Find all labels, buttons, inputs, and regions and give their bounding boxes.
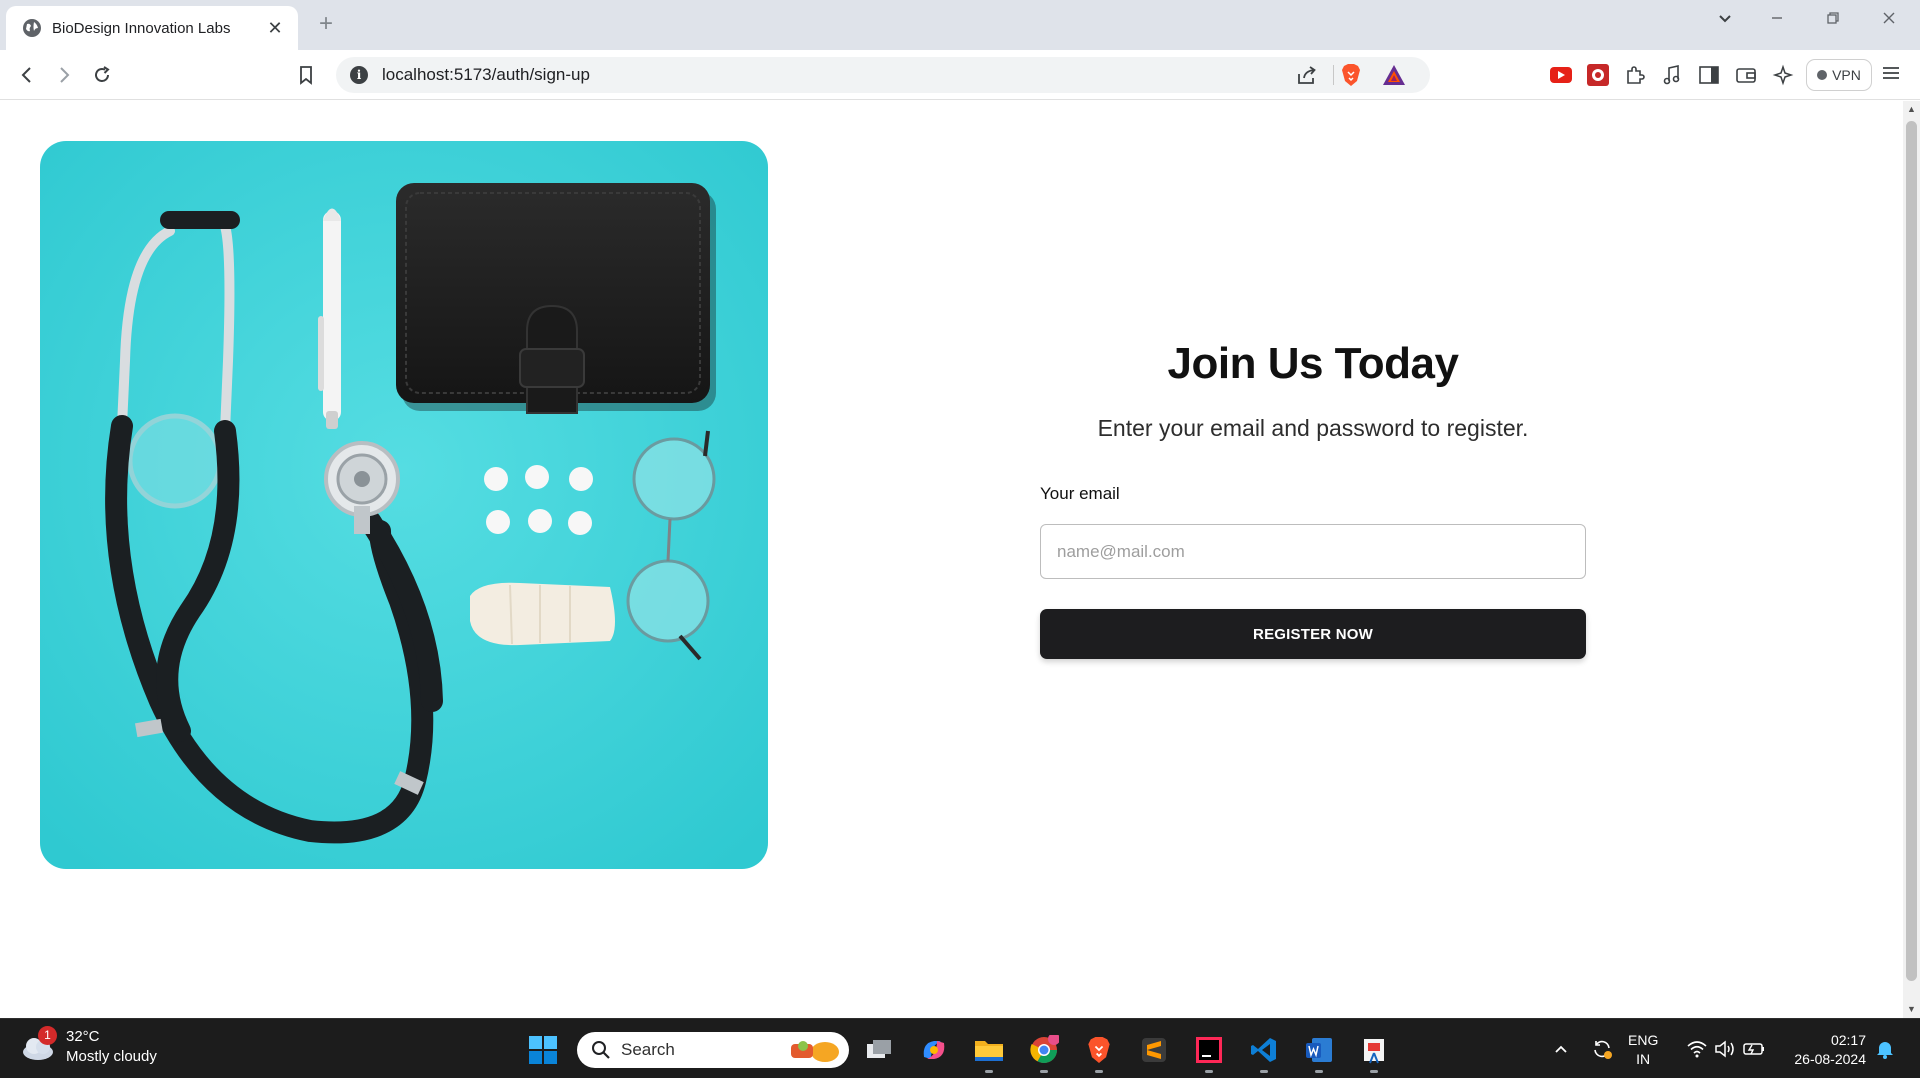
windows-start-icon[interactable] (528, 1035, 558, 1070)
wifi-icon[interactable] (1684, 1019, 1710, 1078)
vpn-label: VPN (1832, 67, 1861, 83)
cloud-icon: 1 (20, 1026, 57, 1062)
scroll-thumb[interactable] (1906, 121, 1917, 981)
globe-icon (23, 19, 41, 37)
tab-biodesign[interactable]: BioDesign Innovation Labs ✕ (6, 6, 298, 50)
clock-date: 26-08-2024 (1794, 1051, 1866, 1067)
hamburger-menu-icon[interactable] (1880, 62, 1906, 88)
new-tab-button[interactable]: + (312, 10, 340, 38)
browser-toolbar: i localhost:5173/auth/sign-up VPN (0, 50, 1920, 100)
word-icon[interactable] (1302, 1033, 1336, 1073)
clock-time: 02:17 (1830, 1032, 1866, 1048)
tab-search-chevron-icon[interactable] (1710, 10, 1740, 31)
sidebar-toggle-icon[interactable] (1696, 62, 1722, 88)
hero-medical-image (40, 141, 768, 869)
task-view-icon[interactable] (862, 1033, 896, 1067)
volume-icon[interactable] (1712, 1019, 1738, 1078)
email-field[interactable] (1040, 524, 1586, 579)
battery-icon[interactable] (1740, 1019, 1768, 1078)
brave-browser-icon[interactable] (1082, 1033, 1116, 1073)
page-title: Join Us Today (1167, 339, 1459, 388)
address-bar[interactable]: i localhost:5173/auth/sign-up (336, 57, 1430, 93)
show-hidden-icons-chevron-icon[interactable] (1548, 1019, 1574, 1078)
file-explorer-icon[interactable] (972, 1033, 1006, 1073)
vpn-button[interactable]: VPN (1806, 59, 1872, 91)
lang-region: IN (1636, 1051, 1651, 1067)
running-indicator (1260, 1070, 1268, 1073)
running-indicator (1205, 1070, 1213, 1073)
running-indicator (1370, 1070, 1378, 1073)
weather-desc: Mostly cloudy (66, 1048, 157, 1065)
lang-code: ENG (1628, 1032, 1659, 1048)
bookmark-icon[interactable] (293, 62, 319, 88)
scroll-down-arrow-icon[interactable]: ▼ (1903, 1001, 1920, 1018)
vpn-status-icon (1817, 70, 1828, 80)
running-indicator (985, 1070, 993, 1073)
running-indicator (1095, 1070, 1103, 1073)
scroll-up-arrow-icon[interactable]: ▲ (1903, 101, 1920, 118)
search-label: Search (621, 1040, 675, 1059)
url-separator (1333, 65, 1334, 85)
media-music-icon[interactable] (1659, 62, 1685, 88)
search-highlight-icon (791, 1041, 839, 1062)
page-viewport: Join Us Today Enter your email and passw… (0, 101, 1920, 1018)
restore-icon[interactable] (1818, 10, 1848, 31)
browser-tab-bar: BioDesign Innovation Labs ✕ + (0, 0, 1920, 50)
tab-close-icon[interactable]: ✕ (264, 18, 286, 39)
youtube-extension-icon[interactable] (1548, 62, 1574, 88)
brave-rewards-icon[interactable] (1382, 64, 1406, 91)
extensions-puzzle-icon[interactable] (1622, 62, 1648, 88)
chrome-icon[interactable] (1027, 1033, 1061, 1073)
weather-badge: 1 (38, 1026, 57, 1045)
notification-bell-icon[interactable] (1872, 1019, 1898, 1078)
forward-arrow-icon[interactable] (51, 62, 77, 88)
leo-ai-sparkle-icon[interactable] (1770, 62, 1796, 88)
url-text[interactable]: localhost:5173/auth/sign-up (382, 65, 590, 85)
copilot-icon[interactable] (917, 1033, 951, 1067)
site-info-icon[interactable]: i (350, 66, 368, 84)
running-indicator (1315, 1070, 1323, 1073)
minimize-icon[interactable] (1762, 10, 1792, 31)
share-icon[interactable] (1296, 65, 1318, 90)
wallet-icon[interactable] (1733, 62, 1759, 88)
search-icon (592, 1041, 610, 1059)
page-subtitle: Enter your email and password to registe… (1097, 415, 1529, 441)
windows-taskbar: 1 32°C Mostly cloudy Search ENG IN 02:17… (0, 1018, 1920, 1078)
notebook-shape (396, 183, 716, 414)
reload-icon[interactable] (89, 62, 115, 88)
sync-icon[interactable] (1588, 1019, 1616, 1078)
intellij-icon[interactable] (1192, 1033, 1226, 1073)
snipping-tool-icon[interactable] (1357, 1033, 1391, 1073)
weather-widget[interactable]: 1 32°C Mostly cloudy (20, 1026, 157, 1067)
brave-shields-icon[interactable] (1340, 63, 1362, 92)
system-clock[interactable]: 02:17 26-08-2024 (1780, 1031, 1866, 1069)
running-indicator (1040, 1070, 1048, 1073)
tab-title: BioDesign Innovation Labs (52, 19, 231, 37)
red-extension-icon[interactable] (1585, 62, 1611, 88)
register-button[interactable]: REGISTER NOW (1040, 609, 1586, 659)
page-scrollbar[interactable]: ▲ ▼ (1903, 101, 1920, 1018)
language-indicator[interactable]: ENG IN (1628, 1031, 1658, 1069)
email-label: Your email (1040, 484, 1120, 503)
taskbar-search[interactable]: Search (577, 1032, 849, 1068)
weather-temp: 32°C (66, 1028, 100, 1045)
back-arrow-icon[interactable] (14, 62, 40, 88)
close-window-icon[interactable] (1874, 10, 1904, 31)
sublime-text-icon[interactable] (1137, 1033, 1171, 1067)
signup-form: Join Us Today Enter your email and passw… (1040, 339, 1586, 659)
vscode-icon[interactable] (1247, 1033, 1281, 1073)
bandage-shape (470, 582, 615, 646)
